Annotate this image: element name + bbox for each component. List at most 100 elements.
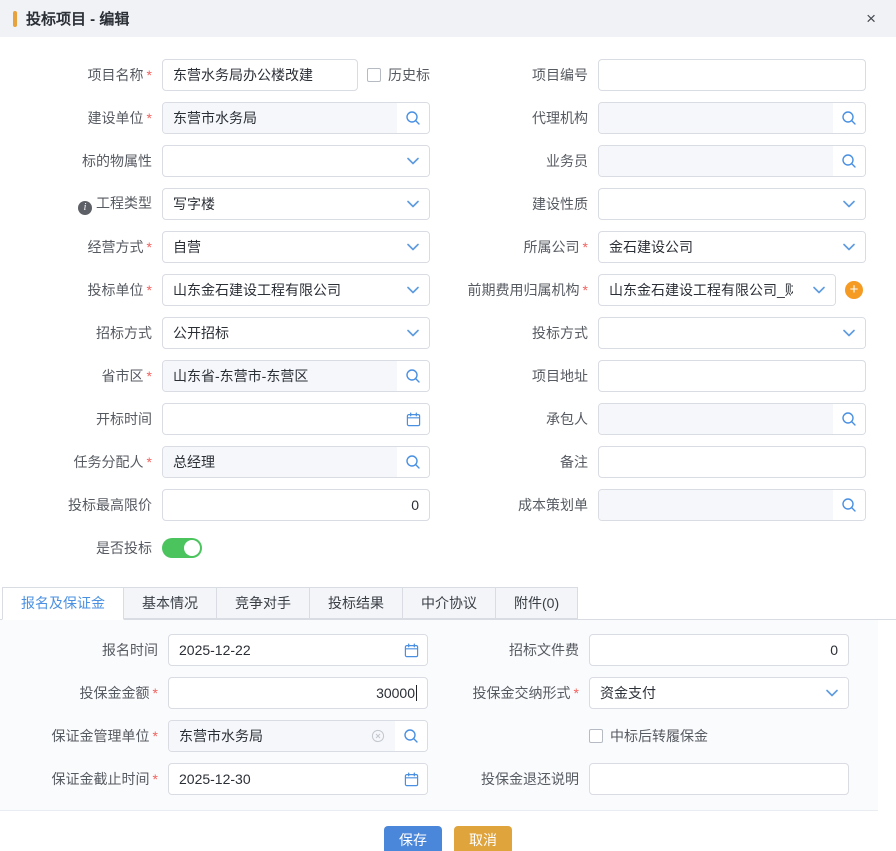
remark-input[interactable] <box>598 446 866 478</box>
close-icon[interactable]: × <box>866 10 876 27</box>
fee-org-label: 前期费用归属机构 <box>468 282 580 298</box>
deposit-mgmt-unit-field[interactable]: 东营市水务局 <box>168 720 428 752</box>
construction-unit-field[interactable]: 东营市水务局 <box>162 102 430 134</box>
cost-plan-field[interactable] <box>598 489 866 521</box>
max-bid-price-input[interactable] <box>162 489 430 521</box>
transfer-after-win-label: 中标后转履保金 <box>610 726 708 746</box>
required-mark: * <box>583 282 588 298</box>
chevron-down-icon <box>397 318 429 348</box>
search-icon[interactable] <box>833 404 865 434</box>
calendar-icon[interactable] <box>397 404 429 434</box>
search-icon[interactable] <box>833 146 865 176</box>
project-type-label: 工程类型 <box>96 195 152 211</box>
bid-open-time-label: 开标时间 <box>96 411 152 427</box>
form-left-column: 项目名称* 历史标 建设单位* 东营市水务局 标的物属性 <box>0 59 448 575</box>
search-icon[interactable] <box>833 490 865 520</box>
business-mode-select[interactable]: 自营 <box>162 231 430 263</box>
required-mark: * <box>147 368 152 384</box>
project-type-select[interactable]: 写字楼 <box>162 188 430 220</box>
project-no-input[interactable] <box>598 59 866 91</box>
transfer-after-win-checkbox[interactable] <box>589 729 603 743</box>
required-mark: * <box>153 685 158 701</box>
search-icon[interactable] <box>397 361 429 391</box>
chevron-down-icon <box>833 318 865 348</box>
chevron-down-icon <box>833 232 865 262</box>
bid-project-edit-dialog: 投标项目 - 编辑 × 项目名称* 历史标 建设单位* 东营市水务局 <box>0 0 896 851</box>
deposit-deadline-datepicker[interactable]: 2025-12-30 <box>168 763 428 795</box>
deposit-mgmt-unit-label: 保证金管理单位 <box>52 728 150 744</box>
calendar-icon[interactable] <box>395 764 427 794</box>
agency-field[interactable] <box>598 102 866 134</box>
construction-nature-select[interactable] <box>598 188 866 220</box>
search-icon[interactable] <box>395 721 427 751</box>
tender-method-label: 招标方式 <box>96 325 152 341</box>
fee-org-select[interactable]: 山东金石建设工程有限公司_财务 <box>598 274 836 306</box>
region-label: 省市区 <box>102 368 144 384</box>
cancel-button[interactable]: 取消 <box>454 826 512 851</box>
required-mark: * <box>147 239 152 255</box>
tender-doc-fee-label: 招标文件费 <box>509 642 579 658</box>
project-name-input[interactable] <box>162 59 358 91</box>
search-icon[interactable] <box>833 103 865 133</box>
max-bid-price-label: 投标最高限价 <box>68 497 152 513</box>
project-name-label: 项目名称 <box>88 67 144 83</box>
field-row-contractor: 承包人 <box>448 403 896 435</box>
tab-bid-result[interactable]: 投标结果 <box>309 587 403 619</box>
search-icon[interactable] <box>397 447 429 477</box>
bidding-unit-select[interactable]: 山东金石建设工程有限公司 <box>162 274 430 306</box>
business-mode-value: 自营 <box>173 237 201 257</box>
tab-basic-info[interactable]: 基本情况 <box>123 587 217 619</box>
tab-competitors[interactable]: 竞争对手 <box>216 587 310 619</box>
deposit-deadline-label: 保证金截止时间 <box>52 771 150 787</box>
deposit-pay-form-select[interactable]: 资金支付 <box>589 677 849 709</box>
dialog-title: 投标项目 - 编辑 <box>26 8 129 29</box>
construction-nature-label: 建设性质 <box>532 196 588 212</box>
tab-signup-and-deposit[interactable]: 报名及保证金 <box>2 587 124 620</box>
required-mark: * <box>583 239 588 255</box>
field-row-project-address: 项目地址 <box>448 360 896 392</box>
tender-doc-fee-input[interactable] <box>589 634 849 666</box>
save-button[interactable]: 保存 <box>384 826 442 851</box>
history-bid-label: 历史标 <box>388 65 430 85</box>
bidding-unit-value: 山东金石建设工程有限公司 <box>173 280 341 300</box>
project-type-value: 写字楼 <box>173 194 215 214</box>
is-bidding-toggle[interactable] <box>162 538 202 558</box>
project-no-label: 项目编号 <box>532 67 588 83</box>
contractor-field[interactable] <box>598 403 866 435</box>
task-assignee-field[interactable]: 总经理 <box>162 446 430 478</box>
tab-attachments[interactable]: 附件(0) <box>495 587 578 619</box>
deposit-refund-note-input[interactable] <box>589 763 849 795</box>
field-row-project-type: i工程类型 写字楼 <box>0 188 448 220</box>
text-cursor <box>416 685 417 701</box>
deposit-amount-input[interactable]: 30000 <box>168 677 428 709</box>
required-mark: * <box>147 110 152 126</box>
history-bid-checkbox[interactable] <box>367 68 381 82</box>
header-accent-bar <box>13 11 17 27</box>
search-icon[interactable] <box>397 103 429 133</box>
deposit-pay-form-label: 投保金交纳形式 <box>473 685 571 701</box>
bid-method-select[interactable] <box>598 317 866 349</box>
signup-time-label: 报名时间 <box>102 642 158 658</box>
add-fee-org-button[interactable]: + <box>845 281 863 299</box>
company-select[interactable]: 金石建设公司 <box>598 231 866 263</box>
clear-icon[interactable] <box>371 729 385 743</box>
tender-method-value: 公开招标 <box>173 323 229 343</box>
subject-property-select[interactable] <box>162 145 430 177</box>
field-row-project-name: 项目名称* 历史标 <box>0 59 448 91</box>
required-mark: * <box>147 67 152 83</box>
bid-open-time-datepicker[interactable] <box>162 403 430 435</box>
form-right-column: 项目编号 代理机构 业务员 建设性质 <box>448 59 896 575</box>
field-row-bidding-unit: 投标单位* 山东金石建设工程有限公司 <box>0 274 448 306</box>
signup-time-value: 2025-12-22 <box>179 642 251 658</box>
salesman-field[interactable] <box>598 145 866 177</box>
signup-time-datepicker[interactable]: 2025-12-22 <box>168 634 428 666</box>
field-row-cost-plan: 成本策划单 <box>448 489 896 521</box>
required-mark: * <box>147 282 152 298</box>
region-field[interactable]: 山东省-东营市-东营区 <box>162 360 430 392</box>
project-address-input[interactable] <box>598 360 866 392</box>
toggle-knob <box>184 540 200 556</box>
tender-method-select[interactable]: 公开招标 <box>162 317 430 349</box>
tab-agency-agreement[interactable]: 中介协议 <box>402 587 496 619</box>
calendar-icon[interactable] <box>395 635 427 665</box>
field-row-signup-time: 报名时间 2025-12-22 <box>0 634 439 666</box>
